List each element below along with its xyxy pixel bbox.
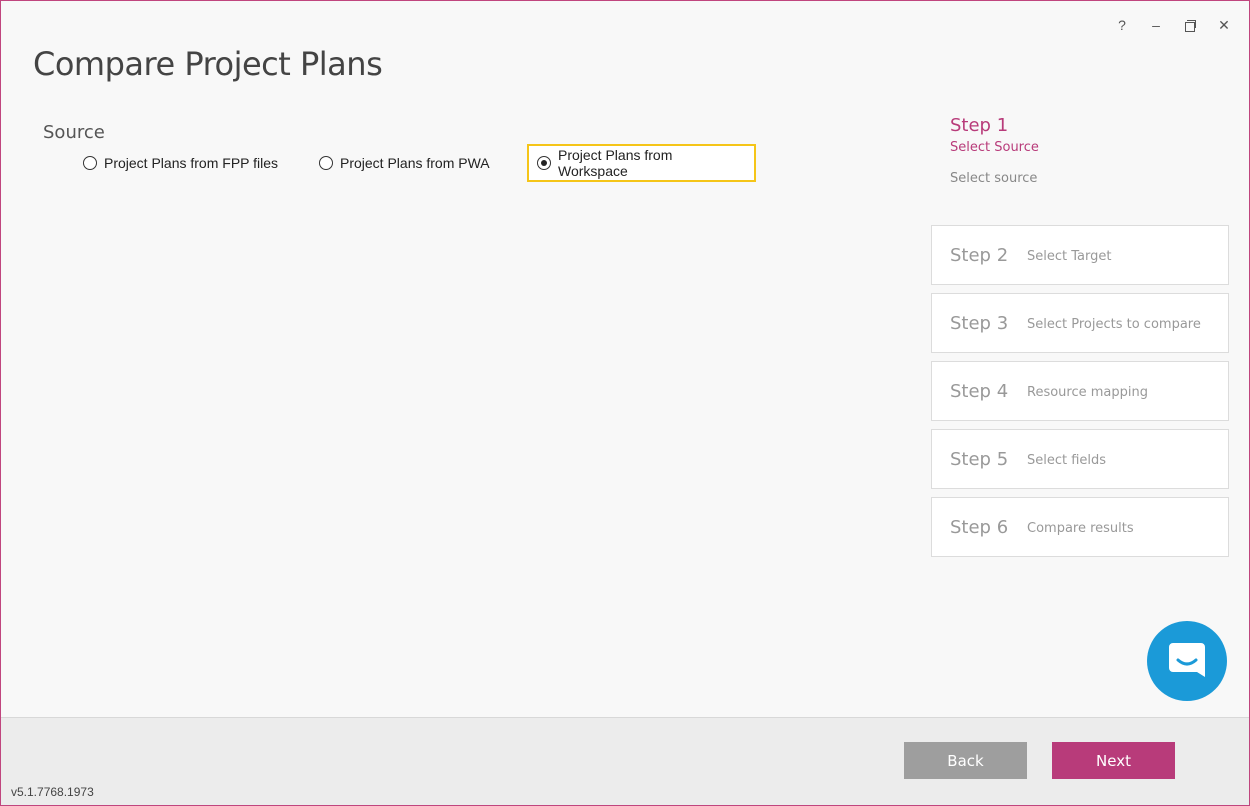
step-5-box: Step 5 Select fields bbox=[931, 429, 1229, 489]
step-number: Step 6 bbox=[950, 516, 1009, 538]
step-number: Step 3 bbox=[950, 312, 1009, 334]
radio-fpp-files[interactable]: Project Plans from FPP files bbox=[75, 144, 311, 182]
step-4-box: Step 4 Resource mapping bbox=[931, 361, 1229, 421]
restore-icon[interactable] bbox=[1183, 15, 1197, 35]
page-title: Compare Project Plans bbox=[33, 45, 383, 83]
step-name: Select Projects to compare bbox=[1027, 317, 1201, 332]
radio-workspace[interactable]: Project Plans from Workspace bbox=[527, 144, 756, 182]
radio-circle[interactable] bbox=[319, 156, 333, 170]
radio-label: Project Plans from PWA bbox=[340, 155, 490, 171]
radio-pwa[interactable]: Project Plans from PWA bbox=[311, 144, 527, 182]
step-name: Select Target bbox=[1027, 249, 1112, 264]
minimize-icon[interactable]: – bbox=[1149, 15, 1163, 35]
radio-label: Project Plans from Workspace bbox=[558, 147, 673, 179]
step-number: Step 5 bbox=[950, 448, 1009, 470]
step-number: Step 1 bbox=[950, 115, 1009, 136]
step-name: Select fields bbox=[1027, 453, 1107, 468]
step-number: Step 2 bbox=[950, 244, 1009, 266]
chat-glyph bbox=[1169, 643, 1205, 677]
chat-icon[interactable] bbox=[1147, 621, 1227, 701]
step-number: Step 4 bbox=[950, 380, 1009, 402]
back-button[interactable]: Back bbox=[904, 742, 1027, 779]
wizard-steps: Step 1 Select Source Select source Step … bbox=[931, 113, 1229, 565]
step-3-box: Step 3 Select Projects to compare bbox=[931, 293, 1229, 353]
step-description: Select source bbox=[950, 171, 1038, 186]
window-controls: ? – ✕ bbox=[1115, 15, 1231, 35]
step-1-active: Step 1 Select Source Select source bbox=[931, 115, 1229, 225]
step-name: Compare results bbox=[1027, 521, 1134, 536]
radio-circle-selected[interactable] bbox=[537, 156, 551, 170]
help-icon[interactable]: ? bbox=[1115, 15, 1129, 35]
step-name: Resource mapping bbox=[1027, 385, 1148, 400]
next-button[interactable]: Next bbox=[1052, 742, 1175, 779]
footer-bar: Back Next v5.1.7768.1973 bbox=[1, 717, 1249, 805]
step-name: Select Source bbox=[950, 140, 1039, 155]
step-6-box: Step 6 Compare results bbox=[931, 497, 1229, 557]
app-window: ? – ✕ Compare Project Plans Source Proje… bbox=[0, 0, 1250, 806]
source-radio-group: Project Plans from FPP files Project Pla… bbox=[75, 144, 756, 182]
close-icon[interactable]: ✕ bbox=[1217, 15, 1231, 35]
step-2-box: Step 2 Select Target bbox=[931, 225, 1229, 285]
version-label: v5.1.7768.1973 bbox=[11, 785, 94, 799]
source-label: Source bbox=[43, 122, 105, 143]
radio-circle[interactable] bbox=[83, 156, 97, 170]
radio-label: Project Plans from FPP files bbox=[104, 155, 279, 171]
